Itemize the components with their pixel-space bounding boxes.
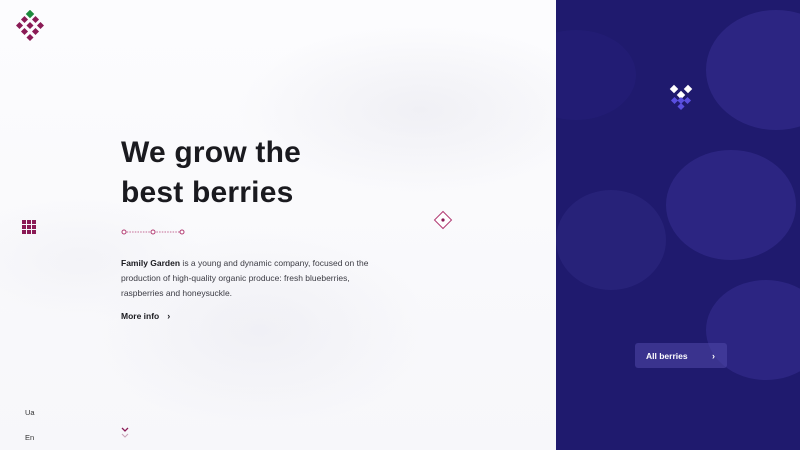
decorative-divider	[121, 229, 185, 235]
more-info-link[interactable]: More info ›	[121, 311, 170, 321]
berry-shape	[706, 10, 800, 130]
title-line-2: best berries	[121, 176, 294, 209]
berry-cluster-logo-icon	[669, 84, 693, 111]
page-title: We grow the best berries	[121, 133, 421, 213]
berry-shape	[556, 190, 666, 290]
all-berries-button[interactable]: All berries ›	[635, 343, 727, 368]
diamond-marker-icon[interactable]	[433, 210, 453, 230]
grid-dot	[27, 225, 31, 229]
grid-dot	[32, 230, 36, 234]
chevron-right-icon: ›	[712, 350, 715, 361]
hero-description: Family Garden is a young and dynamic com…	[121, 256, 386, 301]
grid-dot	[32, 220, 36, 224]
all-berries-label: All berries	[646, 350, 688, 361]
language-en-link[interactable]: En	[25, 433, 34, 442]
chevron-right-icon: ›	[167, 311, 171, 321]
grid-dot	[22, 220, 26, 224]
language-ua-link[interactable]: Ua	[25, 408, 35, 417]
berry-shape	[556, 30, 636, 120]
grid-dot	[32, 225, 36, 229]
scroll-down-icon[interactable]	[121, 426, 129, 440]
more-info-label: More info	[121, 311, 160, 321]
berry-cluster-logo-icon[interactable]	[16, 10, 44, 42]
grid-dot	[22, 225, 26, 229]
hero-left-panel	[0, 0, 556, 450]
berry-shape	[666, 150, 796, 260]
berries-image-panel: All berries ›	[556, 0, 800, 450]
grid-dot	[22, 230, 26, 234]
title-line-1: We grow the	[121, 136, 301, 169]
grid-dot	[27, 220, 31, 224]
grid-dot	[27, 230, 31, 234]
company-name: Family Garden	[121, 258, 181, 268]
grid-menu-icon[interactable]	[22, 220, 36, 234]
